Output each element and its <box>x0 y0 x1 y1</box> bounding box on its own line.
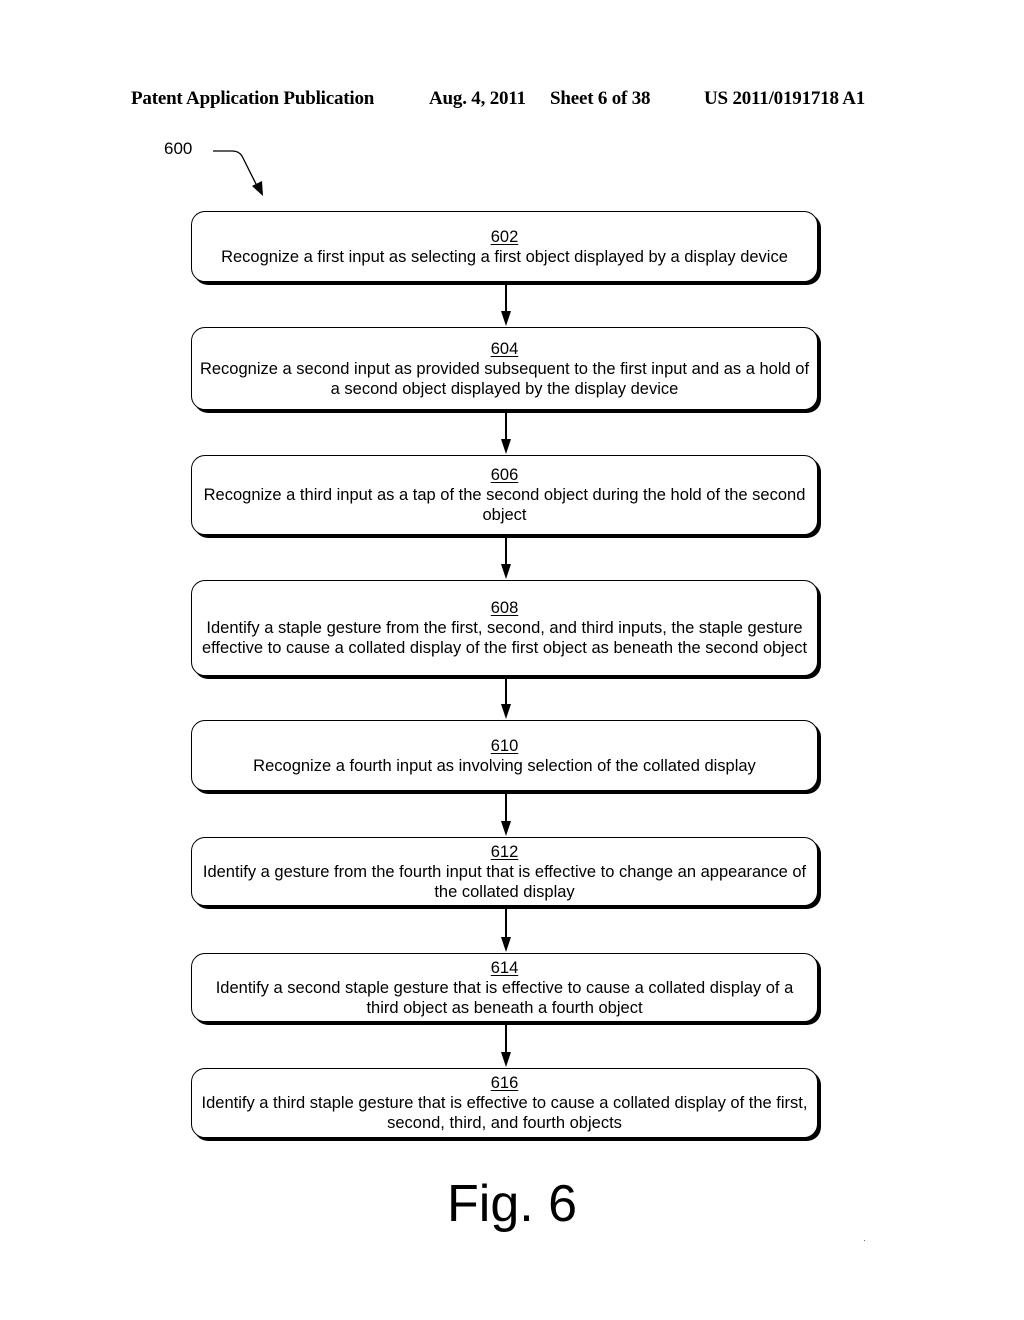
sheet-number: Sheet 6 of 38 <box>550 88 651 109</box>
step-number: 602 <box>490 227 519 246</box>
step-text: Recognize a third input as a tap of the … <box>203 486 806 524</box>
publication-title: Patent Application Publication <box>131 88 375 109</box>
step-text: Recognize a second input as provided sub… <box>199 359 810 398</box>
step-text: Identify a third staple gesture that is … <box>201 1094 808 1132</box>
connector-arrowhead <box>501 937 511 952</box>
step-number: 606 <box>490 466 519 484</box>
reference-leader-arrow <box>213 150 260 191</box>
step-box-606: 606 Recognize a third input as a tap of t… <box>191 455 818 535</box>
step-text: Identify a second staple gesture that is… <box>215 978 794 1017</box>
step-text: Recognize a first input as selecting a f… <box>221 247 788 266</box>
step-box-616: 616 Identify a third staple gesture that … <box>191 1068 818 1138</box>
scan-speck <box>864 1240 865 1241</box>
step-number: 604 <box>490 339 519 358</box>
step-number: 614 <box>490 958 519 977</box>
step-text: Recognize a fourth input as involving se… <box>253 756 756 775</box>
diagram-reference-label: 600 <box>164 139 193 158</box>
connector-arrowhead <box>501 704 511 719</box>
step-text: Identify a gesture from the fourth input… <box>202 862 807 901</box>
connector-arrowhead <box>501 439 511 454</box>
step-number: 612 <box>490 842 519 861</box>
connector-arrowhead <box>501 564 511 579</box>
patent-header: Patent Application Publication Aug. 4, 2… <box>0 88 1024 114</box>
step-box-602: 602 Recognize a first input as selecting … <box>191 211 818 282</box>
step-box-612: 612 Identify a gesture from the fourth in… <box>191 837 818 906</box>
step-box-610: 610 Recognize a fourth input as involving… <box>191 720 818 791</box>
step-number: 610 <box>490 736 519 755</box>
reference-leader-arrowhead <box>252 181 263 196</box>
step-number: 616 <box>490 1074 519 1092</box>
figure-caption: Fig. 6 <box>447 1175 578 1233</box>
patent-number: US 2011/0191718 A1 <box>704 88 866 109</box>
step-box-608: 608 Identify a staple gesture from the fi… <box>191 580 818 676</box>
step-text: Identify a staple gesture from the first… <box>201 619 808 657</box>
step-number: 608 <box>490 599 519 617</box>
connector-arrowhead <box>501 1052 511 1067</box>
publication-date: Aug. 4, 2011 <box>429 88 526 109</box>
connector-arrowhead <box>501 821 511 836</box>
step-box-604: 604 Recognize a second input as provided … <box>191 327 818 410</box>
connector-arrowhead <box>501 311 511 326</box>
step-box-614: 614 Identify a second staple gesture that… <box>191 953 818 1022</box>
